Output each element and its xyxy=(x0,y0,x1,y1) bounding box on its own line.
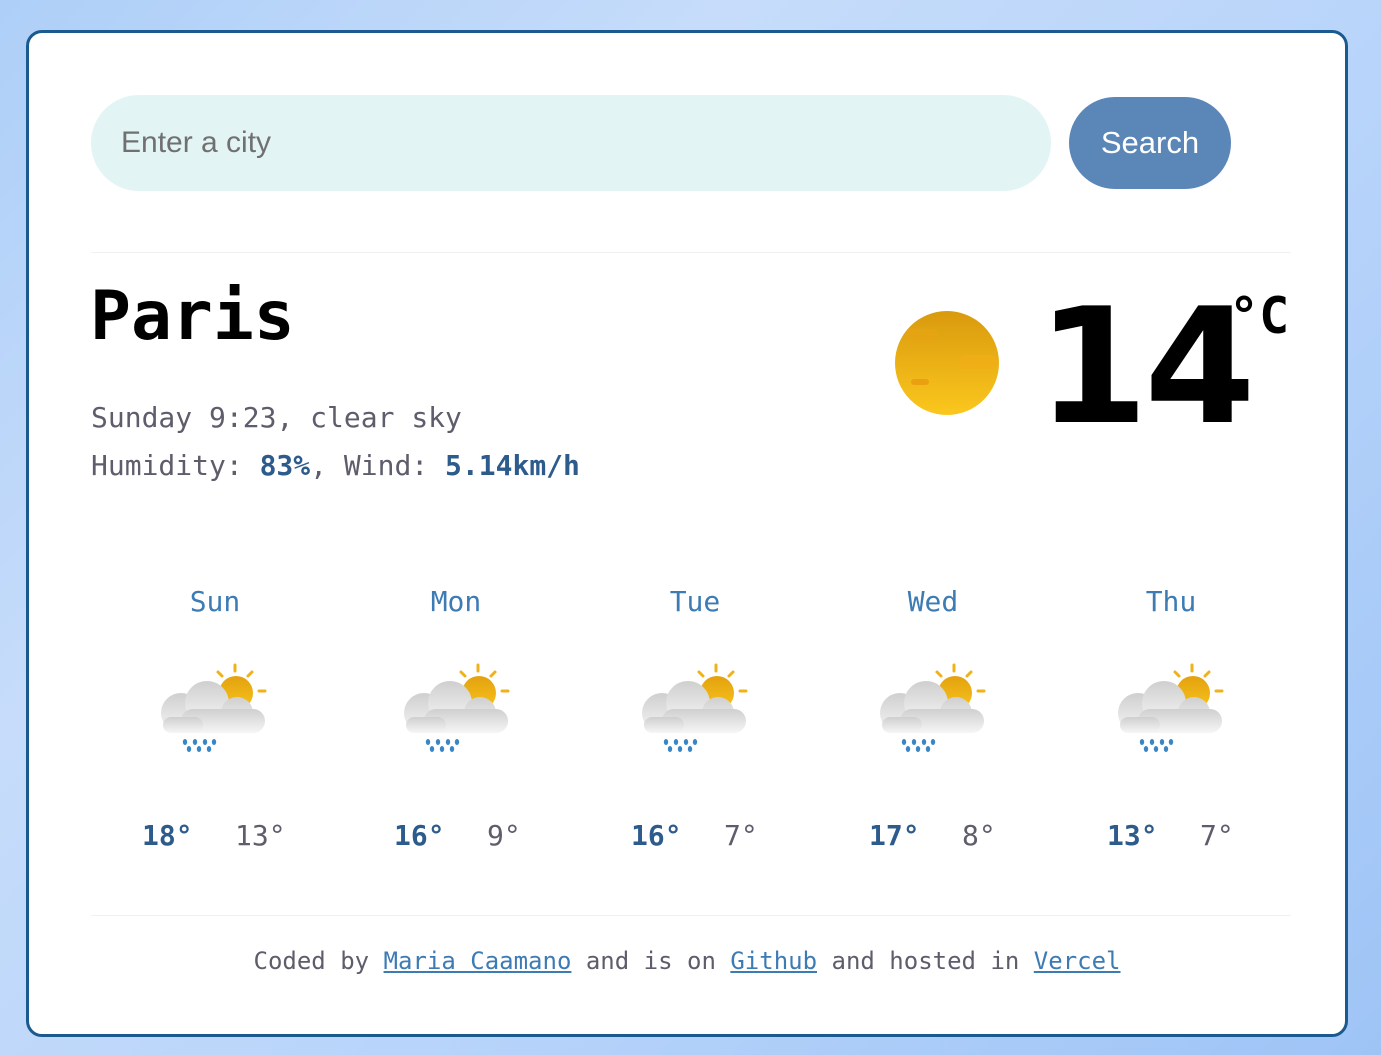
current-day: Sunday xyxy=(91,401,193,434)
partly-cloudy-rain-icon xyxy=(159,663,271,763)
forecast-max-temp: 13° xyxy=(1107,819,1158,852)
temperature-unit: °C xyxy=(1229,287,1290,345)
github-link[interactable]: Github xyxy=(730,947,817,975)
humidity-value: 83% xyxy=(259,449,311,482)
footer-text: and is on xyxy=(585,947,716,975)
forecast-day: Sun 18° 13° xyxy=(115,585,315,865)
footer-text: Coded by xyxy=(253,947,370,975)
weather-card: Search Paris Sunday 9:23, clear sky Humi… xyxy=(26,30,1348,1037)
wind-value: 5.14km/h xyxy=(445,449,580,482)
partly-cloudy-rain-icon xyxy=(640,663,752,763)
current-date-description: Sunday 9:23, clear sky xyxy=(91,401,462,434)
top-divider xyxy=(91,252,1291,253)
forecast-max-temp: 17° xyxy=(869,819,920,852)
partly-cloudy-rain-icon xyxy=(1116,663,1228,763)
humidity-label: Humidity: xyxy=(91,449,243,482)
author-link[interactable]: Maria Caamano xyxy=(384,947,572,975)
search-form: Search xyxy=(91,95,1231,191)
wind-label: Wind: xyxy=(343,449,429,482)
forecast-day-name: Mon xyxy=(430,585,482,618)
bottom-divider xyxy=(91,915,1291,916)
footer-text: and hosted in xyxy=(831,947,1020,975)
forecast-max-temp: 16° xyxy=(394,819,445,852)
clear-sky-icon xyxy=(895,311,999,415)
forecast-min-temp: 7° xyxy=(1200,819,1234,852)
weather-description: clear sky xyxy=(310,401,462,434)
forecast-day-name: Thu xyxy=(1145,585,1197,618)
forecast-day: Tue 16° 7° xyxy=(595,585,795,865)
current-time: 9:23 xyxy=(209,401,277,434)
partly-cloudy-rain-icon xyxy=(878,663,990,763)
forecast-day-name: Wed xyxy=(907,585,959,618)
forecast-max-temp: 16° xyxy=(631,819,682,852)
vercel-link[interactable]: Vercel xyxy=(1034,947,1121,975)
search-button[interactable]: Search xyxy=(1069,97,1231,189)
city-name: Paris xyxy=(90,277,295,356)
forecast-min-temp: 9° xyxy=(487,819,521,852)
forecast-day: Wed 17° 8° xyxy=(833,585,1033,865)
footer: Coded by Maria Caamano and is on Github … xyxy=(29,947,1345,975)
forecast-day-name: Tue xyxy=(669,585,721,618)
forecast-min-temp: 8° xyxy=(962,819,996,852)
forecast-max-temp: 18° xyxy=(142,819,193,852)
city-search-input[interactable] xyxy=(91,95,1051,191)
current-temperature: 14 xyxy=(1037,273,1256,460)
partly-cloudy-rain-icon xyxy=(402,663,514,763)
current-conditions: Humidity: 83%, Wind: 5.14km/h xyxy=(91,449,580,482)
forecast-day: Mon 16° 9° xyxy=(356,585,556,865)
forecast-min-temp: 7° xyxy=(724,819,758,852)
forecast-day: Thu 13° 7° xyxy=(1071,585,1271,865)
forecast-min-temp: 13° xyxy=(235,819,286,852)
forecast-day-name: Sun xyxy=(189,585,241,618)
